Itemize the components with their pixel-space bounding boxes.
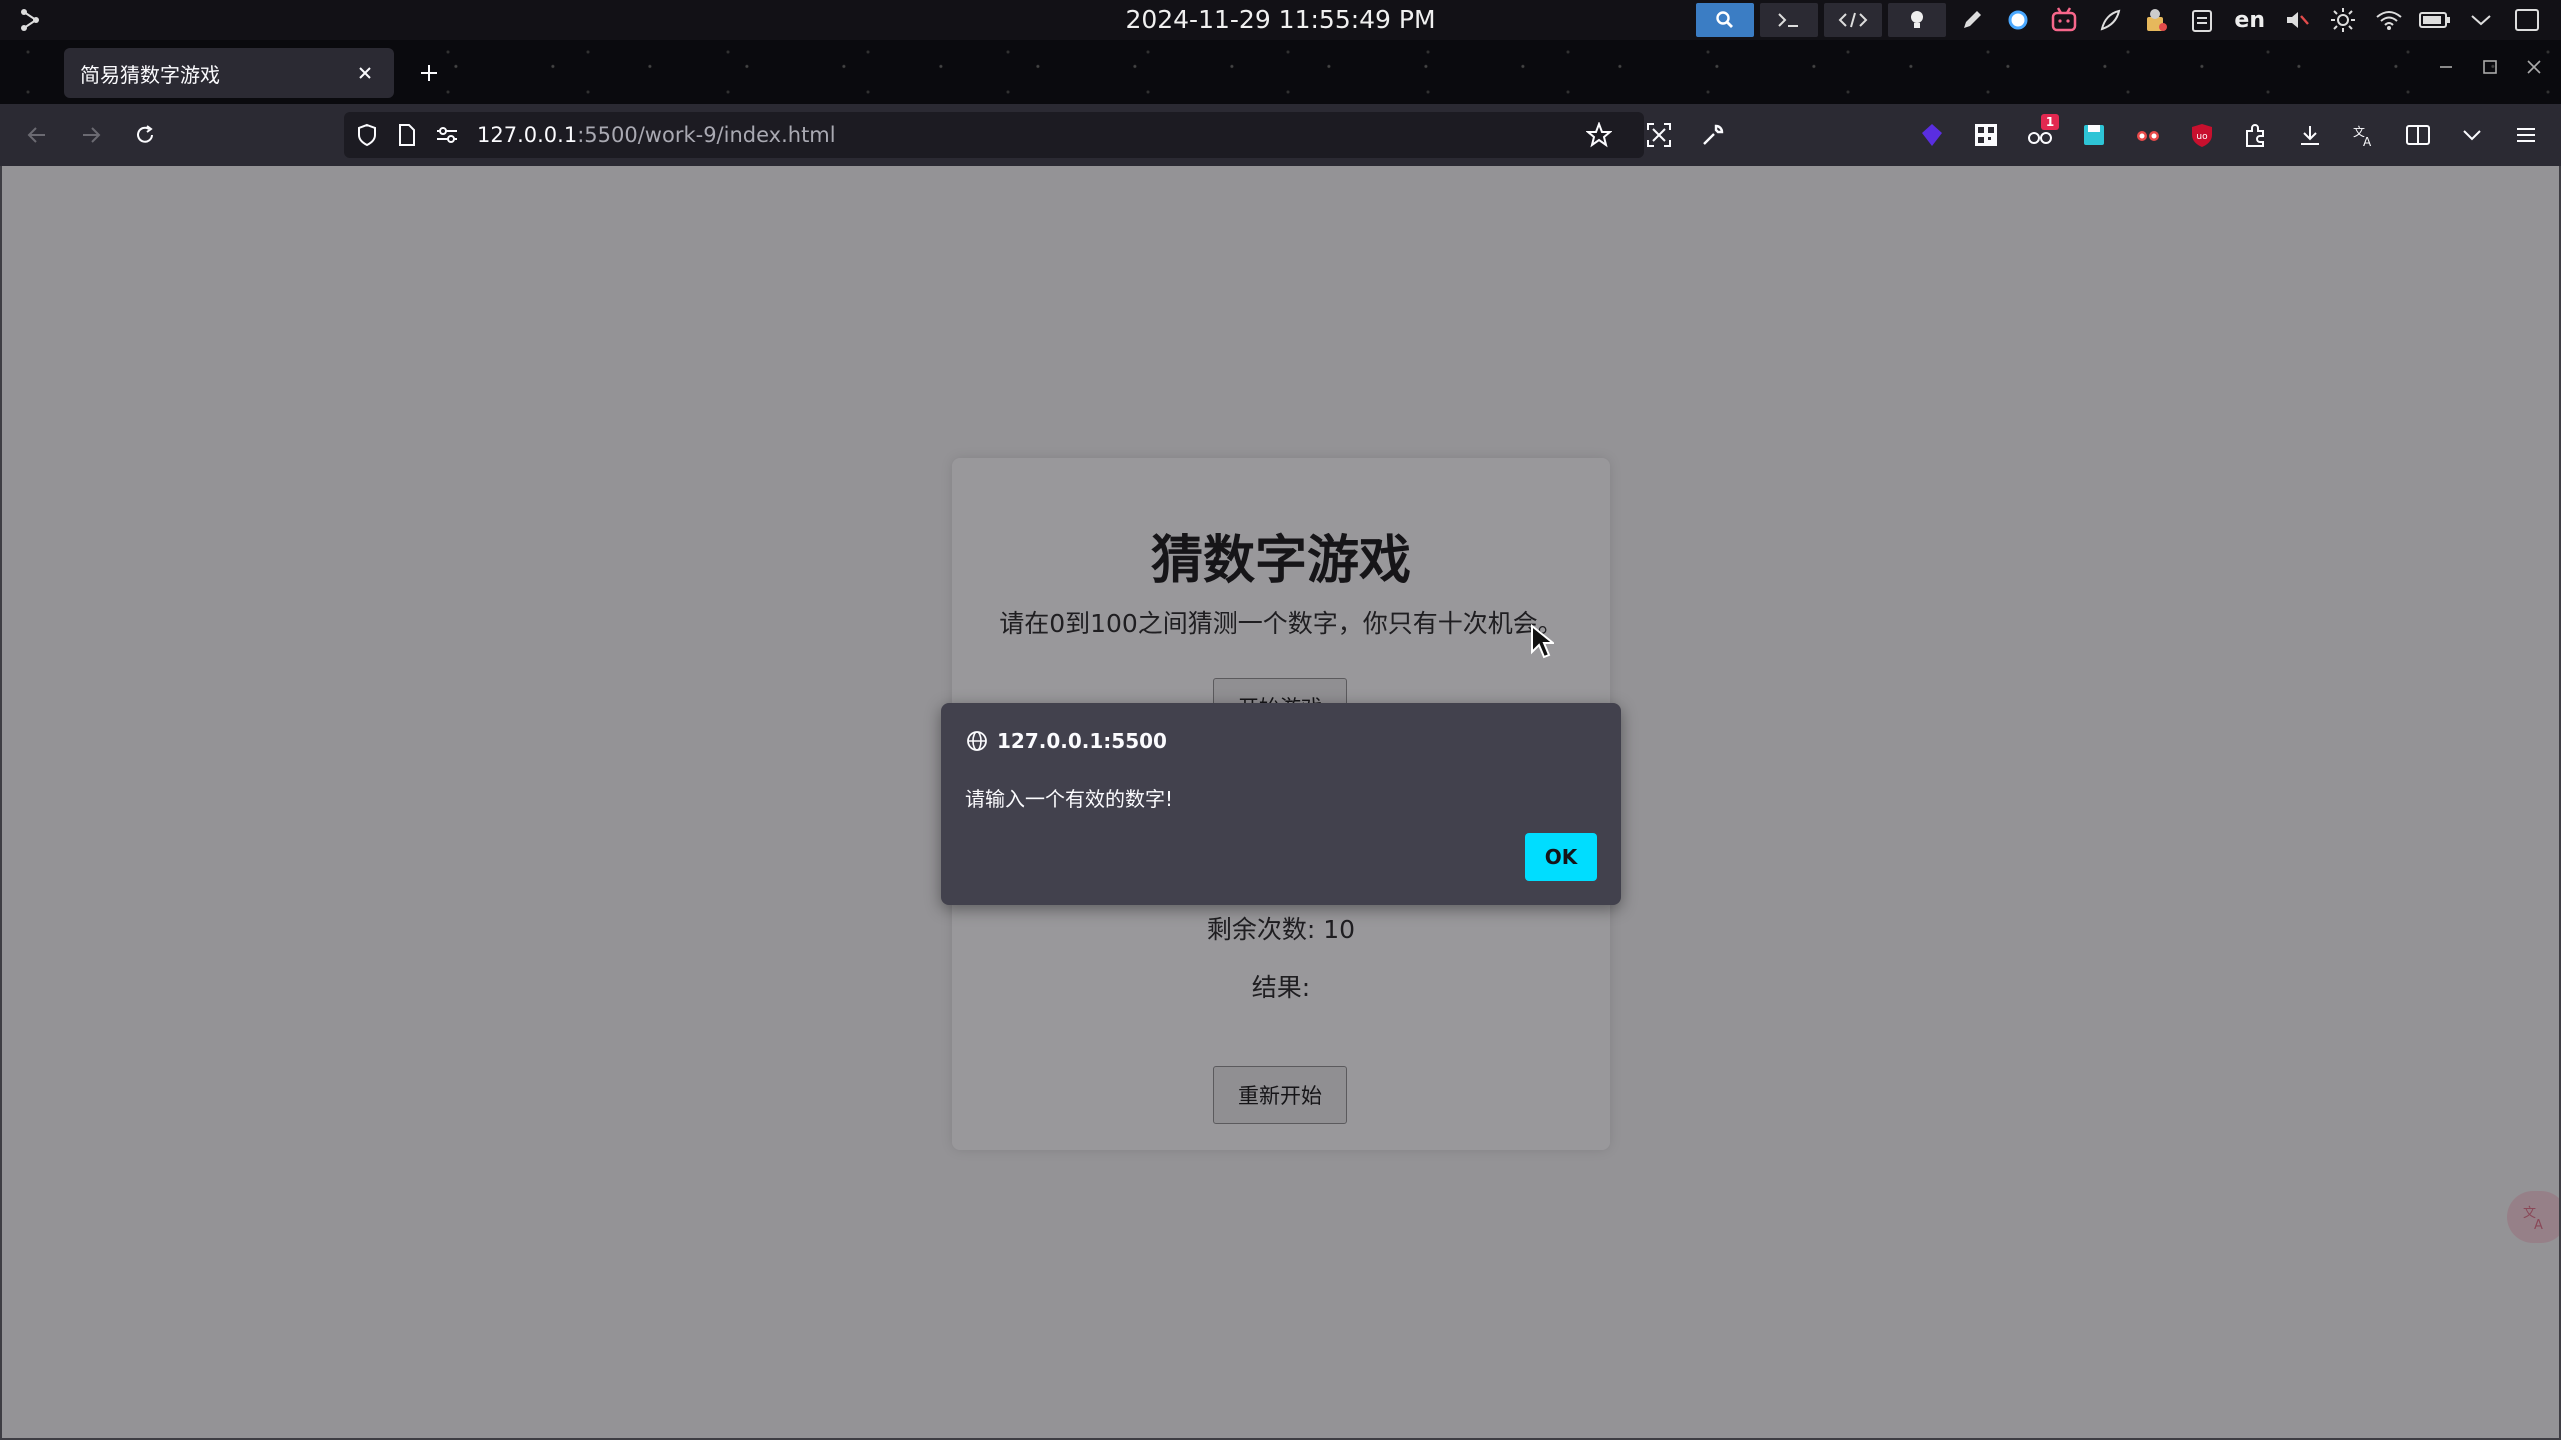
tab-strip: 简易猜数字游戏 xyxy=(0,40,2561,104)
bookmark-star-icon[interactable] xyxy=(1584,120,1614,150)
screenshot-icon[interactable] xyxy=(1640,116,1678,154)
dialog-origin: 127.0.0.1:5500 xyxy=(965,725,1167,757)
extensions-toolbar: 1 uo 文A xyxy=(1913,114,2545,154)
wifi-icon[interactable] xyxy=(2369,3,2409,37)
url-path: :5500/work-9/index.html xyxy=(577,123,836,147)
extension-badge: 1 xyxy=(2041,114,2059,130)
clipboard-icon[interactable] xyxy=(2182,3,2222,37)
globe-icon xyxy=(967,731,987,751)
navigation-toolbar: 127.0.0.1:5500/work-9/index.html 1 uo 文 … xyxy=(0,104,2561,166)
save-icon[interactable] xyxy=(2075,116,2113,154)
menu-icon[interactable] xyxy=(2507,116,2545,154)
maximize-button[interactable] xyxy=(2477,54,2503,80)
code-icon[interactable] xyxy=(1824,3,1883,37)
system-tray: en xyxy=(1696,0,2547,40)
url-text[interactable]: 127.0.0.1:5500/work-9/index.html xyxy=(477,112,836,158)
glasses-icon[interactable] xyxy=(2129,116,2167,154)
download-icon[interactable] xyxy=(2291,116,2329,154)
extensions-puzzle-icon[interactable] xyxy=(2237,116,2275,154)
mouse-cursor-icon xyxy=(1531,624,1554,659)
mute-icon[interactable] xyxy=(2277,3,2317,37)
alert-dialog: 127.0.0.1:5500 请输入一个有效的数字! OK xyxy=(941,703,1621,905)
tab-title: 简易猜数字游戏 xyxy=(80,62,220,87)
dialog-origin-text: 127.0.0.1:5500 xyxy=(997,729,1167,753)
system-top-bar: 2024-11-29 11:55:49 PM en xyxy=(0,0,2561,40)
dialog-message: 请输入一个有效的数字! xyxy=(965,787,1174,811)
terminal-icon[interactable] xyxy=(1760,3,1819,37)
window-controls xyxy=(2433,54,2547,80)
shield-icon[interactable] xyxy=(352,120,382,150)
translate-icon[interactable]: 文A xyxy=(2345,116,2383,154)
ublock-icon[interactable]: uo xyxy=(2183,116,2221,154)
url-host: 127.0.0.1 xyxy=(477,123,578,147)
chevron-down-icon[interactable] xyxy=(2461,3,2501,37)
chevron-down-icon[interactable] xyxy=(2453,116,2491,154)
close-icon[interactable] xyxy=(352,60,378,86)
pen-icon[interactable] xyxy=(1952,3,1992,37)
desktop-icon[interactable] xyxy=(2507,3,2547,37)
svg-text:uo: uo xyxy=(2196,132,2208,142)
reload-button[interactable] xyxy=(126,116,164,154)
keyring-icon[interactable] xyxy=(2136,3,2176,37)
permissions-icon[interactable] xyxy=(432,120,462,150)
circle-indicator-icon[interactable] xyxy=(1998,3,2038,37)
back-button[interactable] xyxy=(18,116,56,154)
obsidian-extension-icon[interactable] xyxy=(1913,116,1951,154)
language-indicator[interactable]: en xyxy=(2228,8,2271,33)
wrench-icon[interactable] xyxy=(1694,116,1732,154)
address-bar[interactable]: 127.0.0.1:5500/work-9/index.html xyxy=(344,112,1644,158)
close-window-button[interactable] xyxy=(2521,54,2547,80)
browser-tab[interactable]: 简易猜数字游戏 xyxy=(64,48,394,98)
bilibili-icon[interactable] xyxy=(2044,3,2084,37)
binoculars-icon[interactable]: 1 xyxy=(2021,114,2059,154)
forward-button[interactable] xyxy=(72,116,110,154)
page-icon[interactable] xyxy=(392,120,422,150)
search-icon[interactable] xyxy=(1696,3,1755,37)
minimize-button[interactable] xyxy=(2433,54,2459,80)
app-launcher-icon[interactable] xyxy=(14,4,46,36)
ok-button[interactable]: OK xyxy=(1525,833,1597,881)
feather-icon[interactable] xyxy=(2090,3,2130,37)
bulb-icon[interactable] xyxy=(1888,3,1947,37)
svg-text:A: A xyxy=(2363,135,2372,148)
qr-code-icon[interactable] xyxy=(1967,116,2005,154)
brightness-icon[interactable] xyxy=(2323,3,2363,37)
battery-icon[interactable] xyxy=(2415,3,2455,37)
sidebar-icon[interactable] xyxy=(2399,116,2437,154)
new-tab-button[interactable] xyxy=(412,56,446,90)
